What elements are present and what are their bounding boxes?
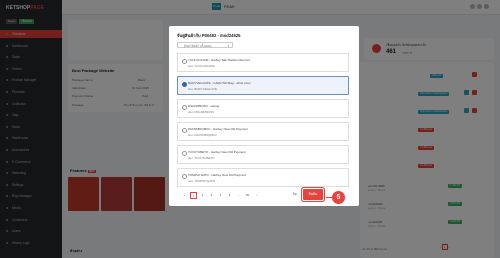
radio-button[interactable] xyxy=(182,174,187,179)
category-filter[interactable]: ค้นหาสินค้า (ทั้งหมด) ▾ xyxy=(177,42,233,48)
item-sku: sku: DSGNFBF45U xyxy=(188,110,215,114)
radio-button[interactable] xyxy=(182,151,187,156)
list-item[interactable]: YOULOOKHIM - Harbey Talk Platform/Summit… xyxy=(177,53,349,72)
item-sku: sku: BODYVEGCATE xyxy=(188,87,217,91)
list-item[interactable]: BODYVEGCATE - CARLYNN Bag - white color s… xyxy=(177,76,349,95)
item-sku: sku: TUVUTUBETO xyxy=(188,156,215,160)
item-name: TUVUTUBETO - Harbey New Old Payment xyxy=(188,150,246,154)
page-button[interactable]: … xyxy=(235,192,242,199)
page-button[interactable]: 4 xyxy=(217,192,224,199)
page-button[interactable]: ‹ xyxy=(181,192,188,199)
page-button[interactable]: › xyxy=(253,192,260,199)
cancel-button[interactable]: ปิด xyxy=(287,190,303,199)
item-name: BODYVEGCATE - CARLYNN Bag - white color xyxy=(188,81,251,85)
match-product-modal: จับคู่สินค้ากับ P00492 - mod24525 ค้นหาส… xyxy=(169,26,359,206)
confirm-button[interactable]: ยืนยัน xyxy=(303,189,323,200)
item-sku: sku: TOMPHYHATO xyxy=(188,179,216,183)
radio-button[interactable] xyxy=(182,82,187,87)
list-item[interactable]: TUVUTUBETO - Harbey New Old Payment sku: … xyxy=(177,145,349,164)
item-name: TOMPHYHATO - Harbey New Old Payment xyxy=(188,173,247,177)
item-sku: sku: YOULOOKHIM xyxy=(188,64,215,68)
radio-button[interactable] xyxy=(182,105,187,110)
modal-title: จับคู่สินค้ากับ P00492 - mod24525 xyxy=(177,33,241,38)
item-name: PAC5K8RQMKC - Harbey New Old Payment xyxy=(188,127,248,131)
item-name: DSGNFBF45U - saving xyxy=(188,104,220,108)
step-number-badge: 5 xyxy=(332,191,345,204)
list-item[interactable]: DSGNFBF45U - saving sku: DSGNFBF45U xyxy=(177,99,349,118)
radio-button[interactable] xyxy=(182,59,187,64)
list-item[interactable]: PAC5K8RQMKC - Harbey New Old Payment sku:… xyxy=(177,122,349,141)
page-button[interactable]: 3 xyxy=(208,192,215,199)
item-sku: sku: PAC5K8RQMKC xyxy=(188,133,217,137)
chevron-down-icon: ▾ xyxy=(227,44,229,48)
page-button[interactable]: 1 xyxy=(190,192,197,199)
item-name: YOULOOKHIM - Harbey Talk Platform/Summit xyxy=(188,58,250,62)
page-button[interactable]: 30 xyxy=(244,192,251,199)
page-button[interactable]: 2 xyxy=(199,192,206,199)
product-list: YOULOOKHIM - Harbey Talk Platform/Summit… xyxy=(177,53,351,193)
list-item[interactable]: TOMPHYHATO - Harbey New Old Payment sku: … xyxy=(177,168,349,187)
radio-button[interactable] xyxy=(182,128,187,133)
page-button[interactable]: 5 xyxy=(226,192,233,199)
